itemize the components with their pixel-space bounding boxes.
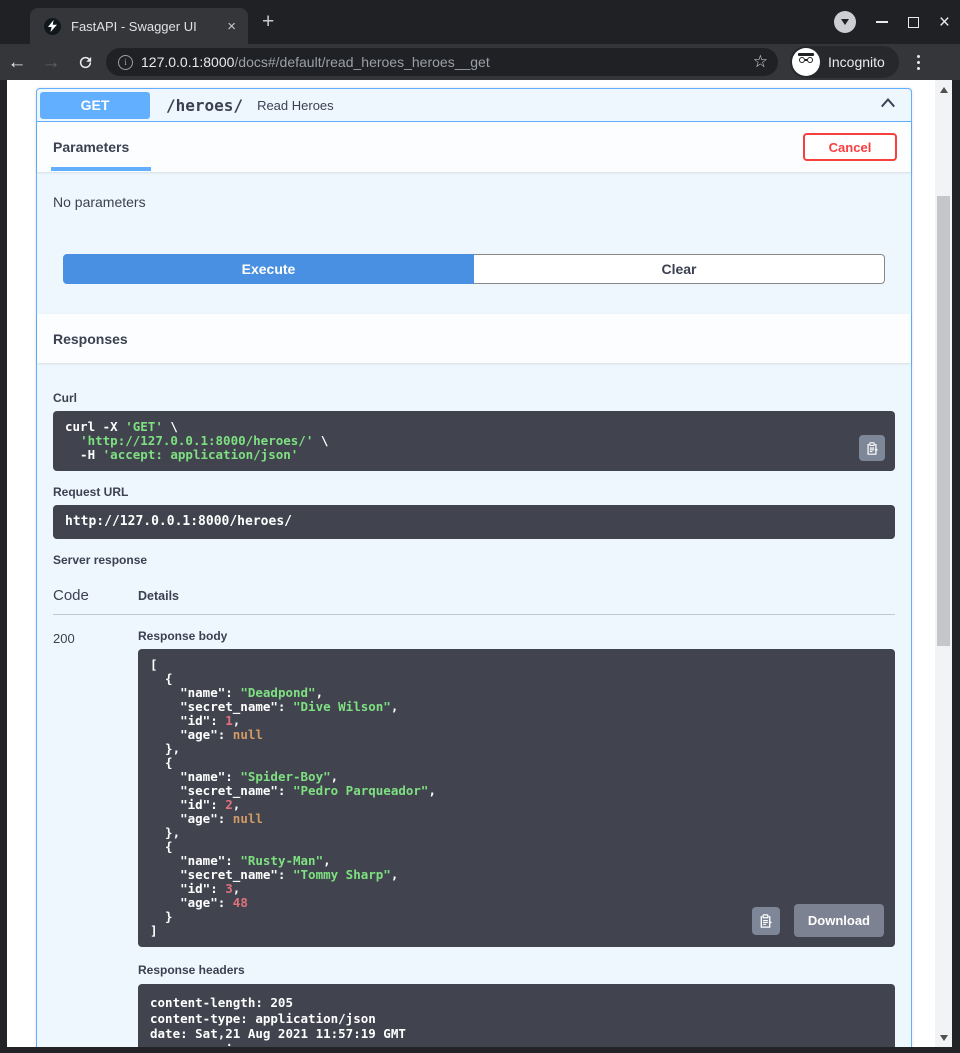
maximize-button[interactable] [908,17,919,28]
parameters-title: Parameters [53,139,129,155]
request-url-label: Request URL [53,485,895,499]
curl-label: Curl [53,391,895,405]
menu-kebab-icon[interactable] [909,51,928,74]
download-button[interactable]: Download [794,904,884,937]
response-table-header: Code Details [53,587,895,604]
curl-copy-button[interactable] [859,435,885,461]
server-response-label: Server response [53,553,895,567]
url-path: /docs#/default/read_heroes_heroes__get [234,54,489,70]
response-body-block: [ { "name": "Deadpond", "secret_name": "… [138,649,895,947]
incognito-badge: Incognito [790,46,899,78]
cancel-button[interactable]: Cancel [803,133,897,161]
url-text: 127.0.0.1:8000/docs#/default/read_heroes… [141,54,745,70]
fastapi-favicon-icon [44,18,61,35]
forward-button[interactable]: → [34,53,68,72]
response-body-label: Response body [138,629,895,643]
response-headers-label: Response headers [138,963,895,977]
parameters-active-underline [51,167,151,171]
endpoint-path: /heroes/ [166,96,243,115]
page-info-icon[interactable]: i [118,55,133,70]
bookmark-star-icon[interactable]: ☆ [753,52,768,72]
browser-titlebar: FastAPI - Swagger UI × + × [0,0,960,44]
swagger-page: GET /heroes/ Read Heroes Parameters Canc… [7,80,935,1047]
incognito-label: Incognito [828,54,885,70]
scrollbar-thumb[interactable] [937,196,950,646]
tab-title: FastAPI - Swagger UI [71,19,213,34]
url-host: 127.0.0.1:8000 [141,54,234,70]
parameters-section-header: Parameters Cancel [37,122,911,172]
execute-wrapper: Execute Clear [63,254,885,284]
back-button[interactable]: ← [0,53,34,72]
responses-title: Responses [53,331,128,347]
tab-close-icon[interactable]: × [223,19,240,34]
tab-search-button[interactable] [834,11,856,33]
browser-tab[interactable]: FastAPI - Swagger UI × [30,8,248,44]
incognito-icon [792,48,820,76]
opblock-summary[interactable]: GET /heroes/ Read Heroes [37,89,911,122]
reload-button[interactable] [68,54,102,71]
clear-button[interactable]: Clear [474,254,885,284]
responses-body: Curl curl -X 'GET' \ 'http://127.0.0.1:8… [37,363,911,1047]
scrollbar-down-arrow[interactable] [935,1030,952,1045]
collapse-chevron-icon[interactable] [875,93,901,118]
response-headers-block: content-length: 205content-type: applica… [138,984,895,1047]
request-url-value: http://127.0.0.1:8000/heroes/ [65,514,292,529]
page-scrollbar[interactable] [935,80,952,1047]
new-tab-button[interactable]: + [262,10,274,34]
execute-button[interactable]: Execute [63,254,474,284]
table-divider [53,614,895,615]
code-column-header: Code [53,587,138,604]
endpoint-summary: Read Heroes [257,98,875,113]
curl-code-block: curl -X 'GET' \ 'http://127.0.0.1:8000/h… [53,411,895,471]
responses-section-header: Responses [37,314,911,363]
details-column-header: Details [138,589,179,603]
http-method-badge: GET [40,92,150,119]
address-bar[interactable]: i 127.0.0.1:8000/docs#/default/read_hero… [106,48,778,76]
window-close-button[interactable]: × [939,13,950,32]
minimize-button[interactable] [876,21,888,23]
scrollbar-up-arrow[interactable] [935,82,952,97]
request-url-block: http://127.0.0.1:8000/heroes/ [53,505,895,539]
opblock-get-heroes: GET /heroes/ Read Heroes Parameters Canc… [36,88,912,1047]
browser-window: FastAPI - Swagger UI × + × ← → i 127.0.0… [0,0,960,1053]
response-copy-button[interactable] [752,907,780,935]
no-parameters-text: No parameters [37,172,911,210]
browser-toolbar: ← → i 127.0.0.1:8000/docs#/default/read_… [0,44,960,80]
response-row-200: 200 Response body [ { "name": "Deadpond"… [53,629,895,1047]
page-viewport: GET /heroes/ Read Heroes Parameters Canc… [7,80,952,1047]
status-code: 200 [53,629,138,1047]
